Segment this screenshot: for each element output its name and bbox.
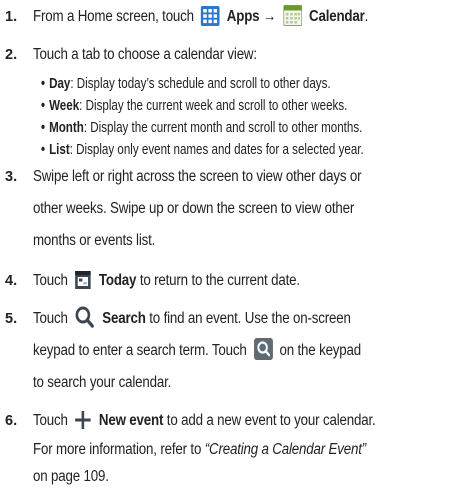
cross-reference: “Creating a Calendar Event” xyxy=(204,441,367,458)
step-number: 6. xyxy=(5,413,18,429)
bullet-list: • List: Display only event names and date… xyxy=(41,142,364,158)
apps-label: Apps xyxy=(226,8,260,25)
search-label: Search xyxy=(102,310,146,327)
instruction-page: 1. From a Home screen, touch Apps → Cale… xyxy=(0,0,470,487)
step-text: Touch Today to return to the current dat… xyxy=(33,268,300,299)
step-text-line: months or events list. xyxy=(33,232,156,249)
step-text-line: Swipe left or right across the screen to… xyxy=(33,168,362,185)
today-label: Today xyxy=(98,272,137,289)
search-key-icon xyxy=(253,338,273,369)
step-text-line: For more information, refer to “Creating… xyxy=(33,441,367,458)
today-icon xyxy=(75,270,92,299)
step-text-line: Touch New event to add a new event to yo… xyxy=(33,408,376,439)
step-number: 2. xyxy=(5,47,18,63)
step-text: Touch a tab to choose a calendar view: xyxy=(33,46,257,63)
bullet-day: • Day: Display today’s schedule and scrol… xyxy=(41,76,331,92)
calendar-icon xyxy=(283,5,303,35)
step-number: 5. xyxy=(5,311,18,327)
step-text-line: keypad to enter a search term. Touch on … xyxy=(33,338,361,369)
step-text-line: to search your calendar. xyxy=(33,374,172,391)
step-number: 3. xyxy=(5,169,18,185)
step-text-line: Touch Search to find an event. Use the o… xyxy=(33,306,351,337)
step-number: 1. xyxy=(5,9,18,25)
arrow-glyph: → xyxy=(262,8,277,25)
apps-grid-icon xyxy=(200,6,220,35)
plus-icon xyxy=(75,410,92,439)
calendar-label: Calendar xyxy=(308,8,365,25)
step-text: From a Home screen, touch Apps → Calenda… xyxy=(33,4,368,35)
new-event-label: New event xyxy=(98,412,164,429)
bullet-month: • Month: Display the current month and sc… xyxy=(41,120,363,136)
bullet-week: • Week: Display the current week and scro… xyxy=(41,98,348,114)
step-text-line: on page 109. xyxy=(33,468,109,485)
step-text-line: other weeks. Swipe up or down the screen… xyxy=(33,200,355,217)
search-icon xyxy=(75,306,96,337)
step-number: 4. xyxy=(5,273,18,289)
